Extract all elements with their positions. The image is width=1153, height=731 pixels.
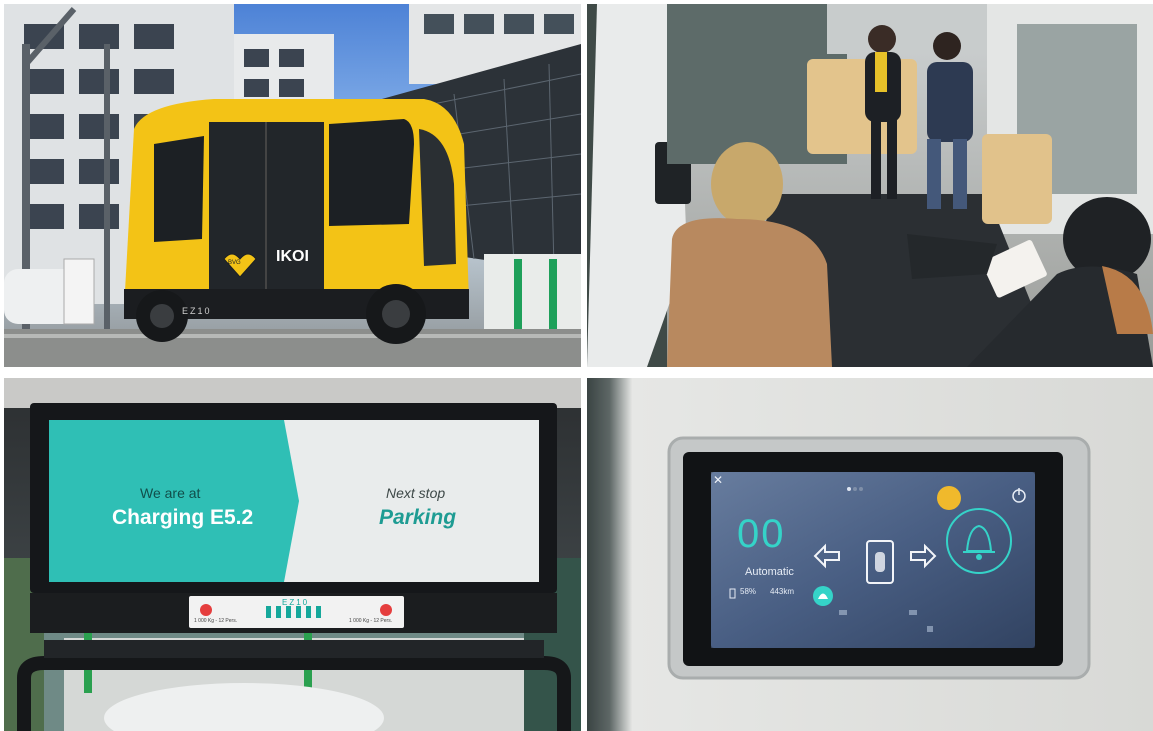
shuttle-badge-text: BVG — [228, 260, 241, 266]
panel-bus-exterior: EZ10 IKOI BVG — [4, 4, 581, 367]
status-indicator — [937, 486, 961, 510]
passenger-display-illustration — [4, 378, 581, 731]
passenger-coat — [667, 218, 832, 367]
display-current-stop-area — [49, 420, 299, 582]
speed-readout: 00 — [737, 512, 786, 556]
current-stop-caption: We are at — [140, 485, 201, 501]
sign-capacity-left: 1 000 Kg - 12 Pers. — [194, 618, 238, 624]
panel-passenger-display: We are at Charging E5.2 Next stop Parkin… — [4, 378, 581, 731]
drive-mode-label: Automatic — [745, 566, 794, 578]
next-stop-caption: Next stop — [386, 485, 446, 501]
bus-interior-illustration — [587, 4, 1153, 367]
shuttle-logo-text: IKOI — [276, 248, 309, 265]
bus-exterior-illustration — [4, 4, 581, 367]
control-tablet-illustration — [667, 436, 1091, 680]
shuttle-brand-text: EZ10 — [182, 306, 212, 316]
panel-control-tablet: ✕ 00 Automatic 58% 443km — [587, 378, 1153, 731]
sign-brand-text: EZ10 — [282, 598, 310, 607]
current-stop-name: Charging E5.2 — [112, 506, 254, 529]
sign-capacity-right: 1 000 Kg - 12 Pers. — [349, 618, 393, 624]
panel-bus-interior — [587, 4, 1153, 367]
battery-level: 58% — [740, 587, 757, 596]
range-readout: 443km — [770, 587, 795, 596]
close-icon[interactable]: ✕ — [713, 473, 723, 487]
eco-icon[interactable] — [813, 586, 833, 606]
next-stop-name: Parking — [379, 506, 457, 529]
